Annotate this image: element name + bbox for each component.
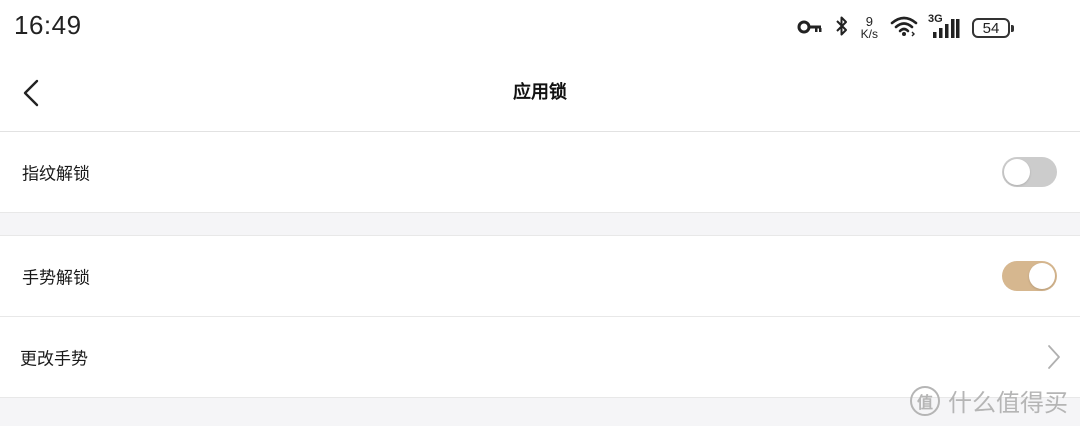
gesture-unlock-row[interactable]: 手势解锁 <box>0 236 1080 316</box>
status-icons: 9 K/s 3G 54 <box>797 12 1014 44</box>
watermark: 值 什么值得买 <box>910 383 1068 418</box>
change-gesture-label: 更改手势 <box>20 349 88 370</box>
status-time: 16:49 <box>14 10 82 40</box>
chevron-right-icon <box>1048 345 1060 369</box>
section-divider <box>0 212 1080 213</box>
battery-icon: 54 <box>972 18 1014 38</box>
watermark-text: 什么值得买 <box>948 389 1068 417</box>
toggle-knob <box>1004 159 1030 185</box>
page-title: 应用锁 <box>513 82 567 103</box>
net-speed: 9 K/s <box>860 15 878 41</box>
fingerprint-unlock-row[interactable]: 指纹解锁 <box>0 132 1080 212</box>
gesture-unlock-label: 手势解锁 <box>22 268 90 289</box>
net-speed-unit: K/s <box>860 27 878 41</box>
key-icon <box>797 19 823 38</box>
nav-bar: 应用锁 <box>0 56 1080 132</box>
toggle-knob <box>1029 263 1055 289</box>
status-bar: 16:49 9 K/s 3G 54 <box>0 0 1080 56</box>
watermark-logo: 值 <box>910 385 940 416</box>
bluetooth-icon <box>835 15 849 41</box>
battery-level: 54 <box>982 19 1000 37</box>
fingerprint-unlock-label: 指纹解锁 <box>22 164 90 185</box>
signal-icon: 3G <box>928 13 960 39</box>
fingerprint-unlock-toggle[interactable] <box>1002 157 1057 187</box>
gesture-unlock-toggle[interactable] <box>1002 261 1057 291</box>
wifi-icon <box>890 15 918 41</box>
network-type: 3G <box>928 13 943 25</box>
